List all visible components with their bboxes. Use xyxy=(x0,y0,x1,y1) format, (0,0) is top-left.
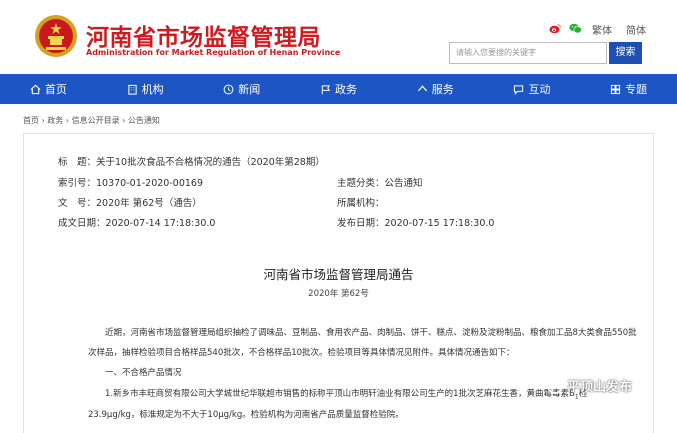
nav-label: 政务 xyxy=(335,83,358,96)
breadcrumb[interactable]: 首页 › 政务 › 信息公开目录 › 公告通知 xyxy=(23,115,160,126)
nav-label: 专题 xyxy=(625,83,648,96)
wechat-icon[interactable] xyxy=(569,23,582,34)
nav-item-org[interactable]: 机构 xyxy=(97,74,194,104)
watermark-text: 平顶山发布 xyxy=(567,380,633,395)
nav-label: 互动 xyxy=(528,83,551,96)
nav-label: 新闻 xyxy=(238,83,261,96)
nav-label: 首页 xyxy=(44,83,67,96)
document-number: 2020年 第62号 xyxy=(308,289,369,299)
watermark: 平顶山发布 xyxy=(547,376,632,395)
topic-icon xyxy=(611,84,621,94)
meta-created-date: 成文日期：2020-07-14 17:18:30.0 xyxy=(58,218,216,229)
news-icon xyxy=(223,84,234,94)
document-heading: 河南省市场监督管理局通告 xyxy=(263,267,414,282)
social-links xyxy=(549,23,582,34)
item-text: 1.新乡市丰旺商贸有限公司大学城世纪华联超市销售的标称平顶山市明轩油业有限公司生… xyxy=(105,389,575,399)
nav-label: 机构 xyxy=(141,83,164,96)
nav-item-news[interactable]: 新闻 xyxy=(193,74,290,104)
site-header: 河南省市场监督管理局 Administration for Market Reg… xyxy=(0,0,677,74)
body-paragraph: 1.新乡市丰旺商贸有限公司大学城世纪华联超市销售的标称平顶山市明轩油业有限公司生… xyxy=(105,387,587,401)
lang-simplified-link[interactable]: 简体 xyxy=(626,22,646,37)
meta-index-no: 索引号：10370-01-2020-00169 xyxy=(58,178,203,189)
meta-doc-no: 文 号：2020年 第62号（通告） xyxy=(58,198,202,209)
body-paragraph: 次样品，抽样检验项目合格样品540批次，不合格样品10批次。检验项目等具体情况见… xyxy=(88,348,515,358)
nav-item-home[interactable]: 首页 xyxy=(0,74,97,104)
building-icon xyxy=(127,84,137,95)
meta-org: 所属机构： xyxy=(337,198,385,209)
nav-item-gov[interactable]: 政务 xyxy=(290,74,387,104)
interaction-icon xyxy=(514,84,524,95)
nav-item-service[interactable]: 服务 xyxy=(387,74,484,104)
nav-item-topic[interactable]: 专题 xyxy=(580,74,677,104)
nav-label: 服务 xyxy=(431,83,454,96)
lang-traditional-link[interactable]: 繁体 xyxy=(592,22,612,37)
national-emblem-icon xyxy=(35,15,77,57)
site-subtitle-en: Administration for Market Regulation of … xyxy=(86,48,341,57)
wechat-official-account-icon xyxy=(547,377,563,394)
body-paragraph: 近期，河南省市场监督管理局组织抽检了调味品、豆制品、食用农产品、肉制品、饼干、糕… xyxy=(105,328,637,338)
meta-category: 主题分类：公告通知 xyxy=(337,178,423,189)
document-meta: 标 题：关于10批次食品不合格情况的通告（2020年第28期） 索引号：1037… xyxy=(40,152,650,234)
flag-icon xyxy=(321,84,331,94)
weibo-icon[interactable] xyxy=(549,23,561,34)
search-input[interactable]: 请输入您要搜的关键字 xyxy=(449,42,607,64)
meta-published-date: 发布日期：2020-07-15 17:18:30.0 xyxy=(337,218,495,229)
site-title: 河南省市场监督管理局 xyxy=(86,25,321,51)
search-button[interactable]: 搜索 xyxy=(609,42,642,64)
meta-title: 标 题：关于10批次食品不合格情况的通告（2020年第28期） xyxy=(58,157,325,168)
home-icon xyxy=(30,84,41,94)
section-heading: 一、不合格产品情况 xyxy=(105,368,182,378)
body-paragraph: 23.9μg/kg，标准规定为不大于10μg/kg。检验机构为河南省产品质量监督… xyxy=(88,410,404,420)
service-icon xyxy=(417,84,427,91)
nav-item-interact[interactable]: 互动 xyxy=(484,74,581,104)
main-nav: 首页 机构 新闻 政务 服务 互动 专题 xyxy=(0,74,677,104)
